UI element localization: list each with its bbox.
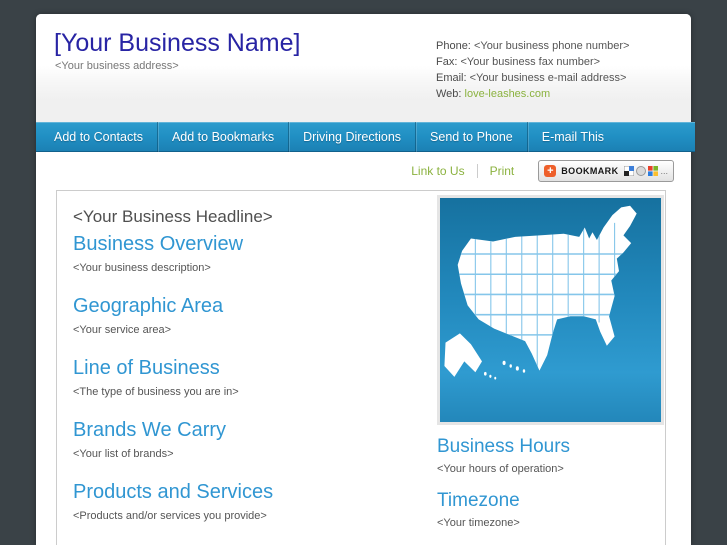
section-timezone: Timezone <Your timezone> xyxy=(437,490,664,530)
sidebar-column: Business Hours <Your hours of operation>… xyxy=(437,195,664,544)
main-content-box: <Your Business Headline> Business Overvi… xyxy=(56,190,666,545)
section-text: <Your service area> xyxy=(73,323,425,337)
email-row: Email: <Your business e-mail address> xyxy=(436,70,629,86)
section-business-hours: Business Hours <Your hours of operation> xyxy=(437,436,664,476)
content-card: [Your Business Name] <Your business addr… xyxy=(36,14,691,545)
link-to-us-link[interactable]: Link to Us xyxy=(411,164,464,178)
section-title: Products and Services xyxy=(73,480,425,504)
section-title: Brands We Carry xyxy=(73,418,425,442)
section-brands-we-carry: Brands We Carry <Your list of brands> xyxy=(73,418,425,461)
fax-row: Fax: <Your business fax number> xyxy=(436,54,629,70)
business-info-column: <Your Business Headline> Business Overvi… xyxy=(73,206,425,545)
page-header: [Your Business Name] <Your business addr… xyxy=(36,14,691,122)
share-toolbar: Link to Us Print + BOOKMARK xyxy=(36,152,691,190)
phone-row: Phone: <Your business phone number> xyxy=(436,38,629,54)
section-geographic-area: Geographic Area <Your service area> xyxy=(73,294,425,337)
nav-send-to-phone[interactable]: Send to Phone xyxy=(415,122,527,152)
section-title: Business Hours xyxy=(437,436,664,458)
action-nav-bar: Add to Contacts Add to Bookmarks Driving… xyxy=(36,122,695,152)
bookmark-button[interactable]: + BOOKMARK xyxy=(538,160,674,182)
web-row: Web: love-leashes.com xyxy=(436,86,629,102)
usa-map xyxy=(437,195,664,425)
fax-label: Fax: xyxy=(436,56,457,68)
phone-label: Phone: xyxy=(436,40,471,52)
section-text: <Products and/or services you provide> xyxy=(73,509,425,523)
nav-add-to-bookmarks[interactable]: Add to Bookmarks xyxy=(157,122,288,152)
business-name: [Your Business Name] xyxy=(54,28,300,58)
nav-driving-directions[interactable]: Driving Directions xyxy=(288,122,415,152)
section-text: <Your timezone> xyxy=(437,516,664,530)
print-link[interactable]: Print xyxy=(490,164,515,178)
section-business-overview: Business Overview <Your business descrip… xyxy=(73,232,425,275)
section-products-and-services: Products and Services <Products and/or s… xyxy=(73,480,425,523)
page-background: [Your Business Name] <Your business addr… xyxy=(0,0,727,545)
nav-email-this[interactable]: E-mail This xyxy=(527,122,618,152)
phone-value: <Your business phone number> xyxy=(474,40,630,52)
contact-info: Phone: <Your business phone number> Fax:… xyxy=(436,38,629,102)
bookmark-share-icons xyxy=(624,166,658,176)
section-title: Line of Business xyxy=(73,356,425,380)
section-text: <Your business description> xyxy=(73,261,425,275)
spacer xyxy=(437,425,664,436)
business-headline: <Your Business Headline> xyxy=(73,206,425,228)
web-label: Web: xyxy=(436,88,461,100)
share-grid-icon xyxy=(648,166,658,176)
email-value: <Your business e-mail address> xyxy=(470,72,627,84)
section-text: <Your hours of operation> xyxy=(437,462,664,476)
bookmark-more: ... xyxy=(660,166,668,176)
section-title: Geographic Area xyxy=(73,294,425,318)
bookmark-label: BOOKMARK xyxy=(561,166,618,176)
section-line-of-business: Line of Business <The type of business y… xyxy=(73,356,425,399)
bookmark-plus-icon: + xyxy=(544,165,556,177)
digg-icon xyxy=(636,166,646,176)
section-text: <Your list of brands> xyxy=(73,447,425,461)
section-text: <The type of business you are in> xyxy=(73,385,425,399)
section-title: Business Overview xyxy=(73,232,425,256)
section-title: Timezone xyxy=(437,490,664,512)
website-link[interactable]: love-leashes.com xyxy=(465,88,551,100)
nav-add-to-contacts[interactable]: Add to Contacts xyxy=(40,122,157,152)
toolbar-divider xyxy=(477,164,478,178)
business-address: <Your business address> xyxy=(55,60,179,72)
delicious-icon xyxy=(624,166,634,176)
fax-value: <Your business fax number> xyxy=(460,56,600,68)
email-label: Email: xyxy=(436,72,467,84)
